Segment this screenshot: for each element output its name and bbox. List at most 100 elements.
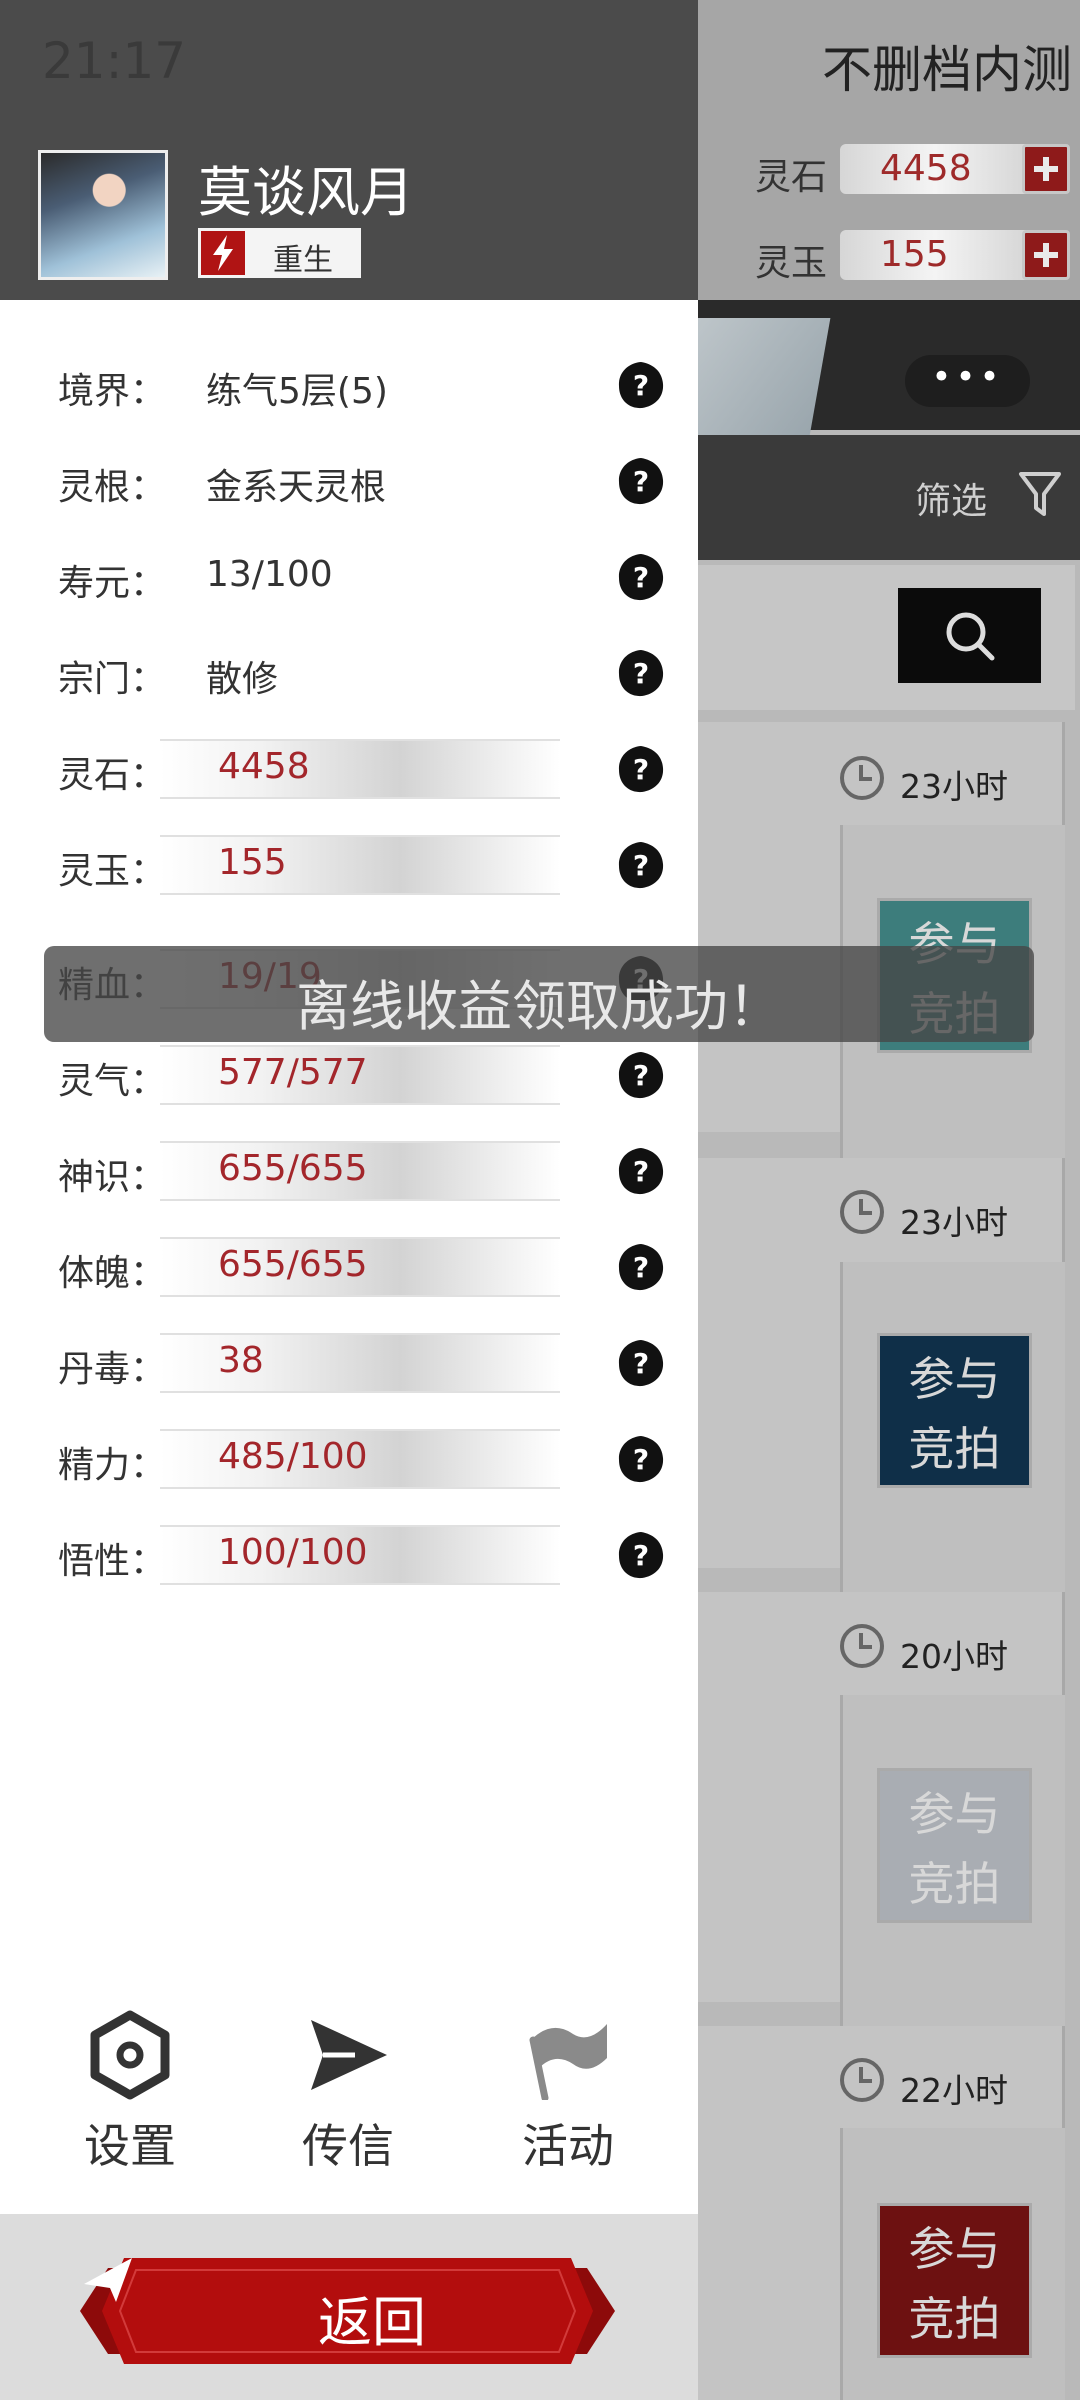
- help-icon[interactable]: ?: [616, 1050, 666, 1100]
- back-icon: [84, 2258, 132, 2302]
- stat-label: 灵根：: [58, 467, 167, 508]
- stat-value: 577/577: [218, 1052, 368, 1093]
- background-title: 不删档内测: [822, 41, 1072, 99]
- resource-row-spirit-stone: 灵石 4458: [755, 144, 1075, 198]
- svg-text:?: ?: [633, 849, 649, 882]
- resource-value: 155: [880, 234, 949, 275]
- avatar[interactable]: [38, 150, 168, 280]
- svg-text:?: ?: [633, 1347, 649, 1380]
- stat-row: 灵根： 金系天灵根?: [0, 448, 698, 512]
- help-icon[interactable]: ?: [616, 1242, 666, 1292]
- stat-row: 悟性： 100/100?: [0, 1522, 698, 1586]
- flag-icon: [529, 2024, 607, 2100]
- help-icon[interactable]: ?: [616, 1530, 666, 1580]
- stat-value: 100/100: [218, 1532, 368, 1573]
- help-icon[interactable]: ?: [616, 744, 666, 794]
- auction-timer: 20小时: [900, 1637, 1008, 1676]
- search-icon: [946, 612, 995, 661]
- profile-drawer: 21:17 莫谈风月 重生 境界： 练气5层(5)? 灵根： 金系天灵根? 寿元： 13/…: [0, 0, 698, 2400]
- svg-text:?: ?: [633, 657, 649, 690]
- stat-label: 宗门：: [58, 659, 167, 700]
- help-icon[interactable]: ?: [616, 1434, 666, 1484]
- stat-label: 寿元：: [58, 563, 167, 604]
- settings-button[interactable]: 设置: [55, 2010, 205, 2180]
- stat-row: 灵玉： 155?: [0, 832, 698, 896]
- toast-message: 离线收益领取成功！: [296, 975, 782, 1038]
- stat-label: 灵玉：: [58, 851, 167, 892]
- stat-value: 38: [218, 1340, 264, 1381]
- bid-button[interactable]: 参与竞拍: [877, 2203, 1032, 2358]
- auction-timer: 22小时: [900, 2071, 1008, 2110]
- stat-label: 体魄：: [58, 1253, 167, 1294]
- resource-label: 灵玉: [755, 243, 828, 284]
- stat-row: 宗门： 散修?: [0, 640, 698, 704]
- auction-timer: 23小时: [900, 767, 1008, 806]
- stat-value: 4458: [218, 746, 310, 787]
- toast: 离线收益领取成功！: [44, 946, 1034, 1042]
- stat-row: 精力： 485/100?: [0, 1426, 698, 1490]
- stat-label: 精力：: [58, 1445, 167, 1486]
- rebirth-badge[interactable]: 重生: [198, 228, 361, 278]
- stat-value: 练气5层(5): [206, 371, 388, 412]
- clock-icon: [840, 1190, 884, 1234]
- help-icon[interactable]: ?: [616, 648, 666, 698]
- stat-label: 灵石：: [58, 755, 167, 796]
- stat-value: 655/655: [218, 1148, 368, 1189]
- svg-text:?: ?: [633, 1155, 649, 1188]
- bid-button[interactable]: 参与竞拍: [877, 1333, 1032, 1488]
- help-icon[interactable]: ?: [616, 1338, 666, 1388]
- help-icon[interactable]: ?: [616, 1146, 666, 1196]
- stat-label: 灵气：: [58, 1061, 167, 1102]
- lightning-icon: [198, 228, 248, 278]
- clock-icon: [840, 1624, 884, 1668]
- stat-label: 境界：: [58, 371, 167, 412]
- help-icon[interactable]: ?: [616, 840, 666, 890]
- svg-text:?: ?: [633, 1059, 649, 1092]
- stat-row: 寿元： 13/100?: [0, 544, 698, 608]
- svg-text:?: ?: [633, 753, 649, 786]
- events-button[interactable]: 活动: [493, 2010, 643, 2180]
- resource-label: 灵石: [755, 157, 828, 198]
- stat-value: 散修: [206, 659, 279, 700]
- help-icon[interactable]: ?: [616, 552, 666, 602]
- message-label: 传信: [302, 2119, 394, 2173]
- events-label: 活动: [522, 2119, 614, 2173]
- more-button[interactable]: •••: [905, 355, 1030, 407]
- filter-label[interactable]: 筛选: [915, 472, 987, 524]
- svg-text:?: ?: [633, 561, 649, 594]
- clock-icon: [840, 2058, 884, 2102]
- rebirth-label: 重生: [273, 243, 333, 278]
- stat-row: 体魄： 655/655?: [0, 1234, 698, 1298]
- stat-label: 神识：: [58, 1157, 167, 1198]
- add-spirit-stone-button[interactable]: [1022, 144, 1070, 194]
- stat-value: 金系天灵根: [206, 467, 387, 508]
- svg-text:?: ?: [633, 465, 649, 498]
- gear-icon: [90, 2010, 170, 2100]
- auction-timer: 23小时: [900, 1203, 1008, 1242]
- bid-button[interactable]: 参与竞拍: [877, 1768, 1032, 1923]
- svg-text:?: ?: [633, 369, 649, 402]
- search-button[interactable]: [898, 588, 1041, 683]
- send-icon: [311, 2020, 387, 2090]
- stat-row: 灵气： 577/577?: [0, 1042, 698, 1106]
- help-icon[interactable]: ?: [616, 360, 666, 410]
- message-button[interactable]: 传信: [273, 2010, 423, 2180]
- stat-value: 155: [218, 842, 287, 883]
- svg-text:?: ?: [633, 1539, 649, 1572]
- add-spirit-jade-button[interactable]: [1022, 230, 1070, 280]
- user-name: 莫谈风月: [198, 161, 414, 224]
- svg-text:?: ?: [633, 1443, 649, 1476]
- drawer-footer: 返回: [0, 2214, 698, 2400]
- help-icon[interactable]: ?: [616, 456, 666, 506]
- back-button[interactable]: 返回: [80, 2254, 615, 2368]
- stat-row: 灵石： 4458?: [0, 736, 698, 800]
- clock-icon: [840, 756, 884, 800]
- resource-row-spirit-jade: 灵玉 155: [755, 230, 1075, 284]
- svg-text:?: ?: [633, 1251, 649, 1284]
- stat-value: 13/100: [206, 554, 333, 595]
- settings-label: 设置: [84, 2119, 176, 2173]
- back-label: 返回: [318, 2291, 426, 2354]
- stat-row: 境界： 练气5层(5)?: [0, 352, 698, 416]
- stat-label: 丹毒：: [58, 1349, 167, 1390]
- filter-icon[interactable]: [1018, 470, 1062, 520]
